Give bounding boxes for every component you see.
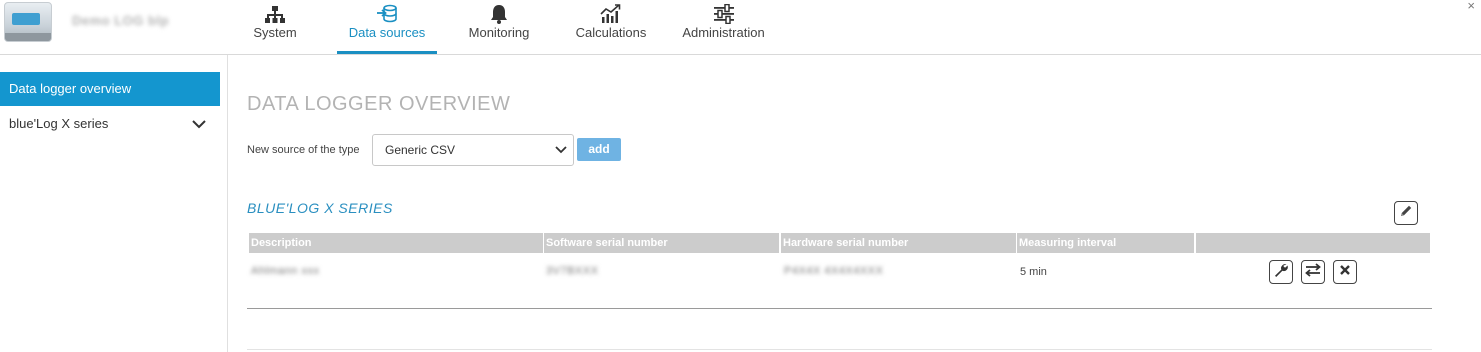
section-title: BLUE'LOG X SERIES bbox=[247, 200, 393, 216]
tab-administration[interactable]: Administration bbox=[676, 0, 771, 54]
configure-button[interactable] bbox=[1269, 260, 1293, 284]
close-icon[interactable]: × bbox=[1467, 0, 1475, 13]
edit-section-button[interactable] bbox=[1394, 201, 1418, 225]
wrench-icon bbox=[1273, 262, 1289, 283]
sitemap-icon bbox=[237, 0, 313, 24]
tab-label: Calculations bbox=[575, 25, 647, 40]
row-description: Ahlmann xxx bbox=[251, 265, 320, 277]
row-hardware-serial: P4X4X 4X4X4XXX bbox=[784, 265, 884, 277]
database-arrow-icon bbox=[337, 0, 437, 24]
chart-icon bbox=[570, 0, 652, 24]
top-header: Demo LOG blp System Data sources Monitor… bbox=[0, 0, 1481, 55]
sliders-icon bbox=[676, 0, 771, 24]
tab-system[interactable]: System bbox=[237, 0, 313, 54]
swap-arrows-icon bbox=[1305, 262, 1321, 282]
source-type-value: Generic CSV bbox=[385, 143, 456, 157]
sidebar-item-data-logger-overview[interactable]: Data logger overview bbox=[0, 72, 220, 106]
column-header-actions bbox=[1196, 233, 1430, 253]
sidebar: Data logger overview blue'Log X series bbox=[0, 55, 228, 352]
delete-x-icon bbox=[1339, 263, 1351, 281]
add-button[interactable]: add bbox=[577, 138, 621, 161]
pencil-icon bbox=[1399, 204, 1413, 223]
tab-label: Administration bbox=[682, 25, 765, 40]
tab-label: System bbox=[253, 25, 297, 40]
tab-label: Monitoring bbox=[468, 25, 530, 40]
column-header-software-serial: Software serial number bbox=[544, 233, 779, 253]
bell-icon bbox=[460, 0, 538, 24]
chevron-down-icon bbox=[555, 135, 567, 165]
tab-data-sources[interactable]: Data sources bbox=[337, 0, 437, 54]
active-tab-indicator bbox=[337, 51, 437, 54]
transfer-button[interactable] bbox=[1301, 260, 1325, 284]
delete-button[interactable] bbox=[1333, 260, 1357, 284]
column-header-measuring-interval: Measuring interval bbox=[1017, 233, 1194, 253]
source-type-select[interactable]: Generic CSV bbox=[372, 134, 574, 166]
section-divider bbox=[247, 349, 1432, 350]
table-divider bbox=[247, 308, 1432, 309]
sidebar-item-bluelog-x-series[interactable]: blue'Log X series bbox=[0, 107, 220, 141]
page-title: DATA LOGGER OVERVIEW bbox=[247, 93, 511, 115]
tab-calculations[interactable]: Calculations bbox=[570, 0, 652, 54]
column-header-description: Description bbox=[249, 233, 543, 253]
new-source-label: New source of the type bbox=[247, 144, 360, 156]
device-image bbox=[4, 2, 52, 42]
device-name: Demo LOG blp bbox=[72, 13, 169, 28]
tab-label: Data sources bbox=[348, 25, 426, 40]
row-measuring-interval: 5 min bbox=[1020, 266, 1047, 278]
tab-monitoring[interactable]: Monitoring bbox=[460, 0, 538, 54]
column-header-hardware-serial: Hardware serial number bbox=[781, 233, 1016, 253]
row-software-serial: 3V7BXXX bbox=[546, 265, 599, 277]
sidebar-item-label: Data logger overview bbox=[9, 81, 132, 96]
sidebar-item-label: blue'Log X series bbox=[9, 116, 109, 131]
chevron-down-icon[interactable] bbox=[192, 107, 206, 141]
